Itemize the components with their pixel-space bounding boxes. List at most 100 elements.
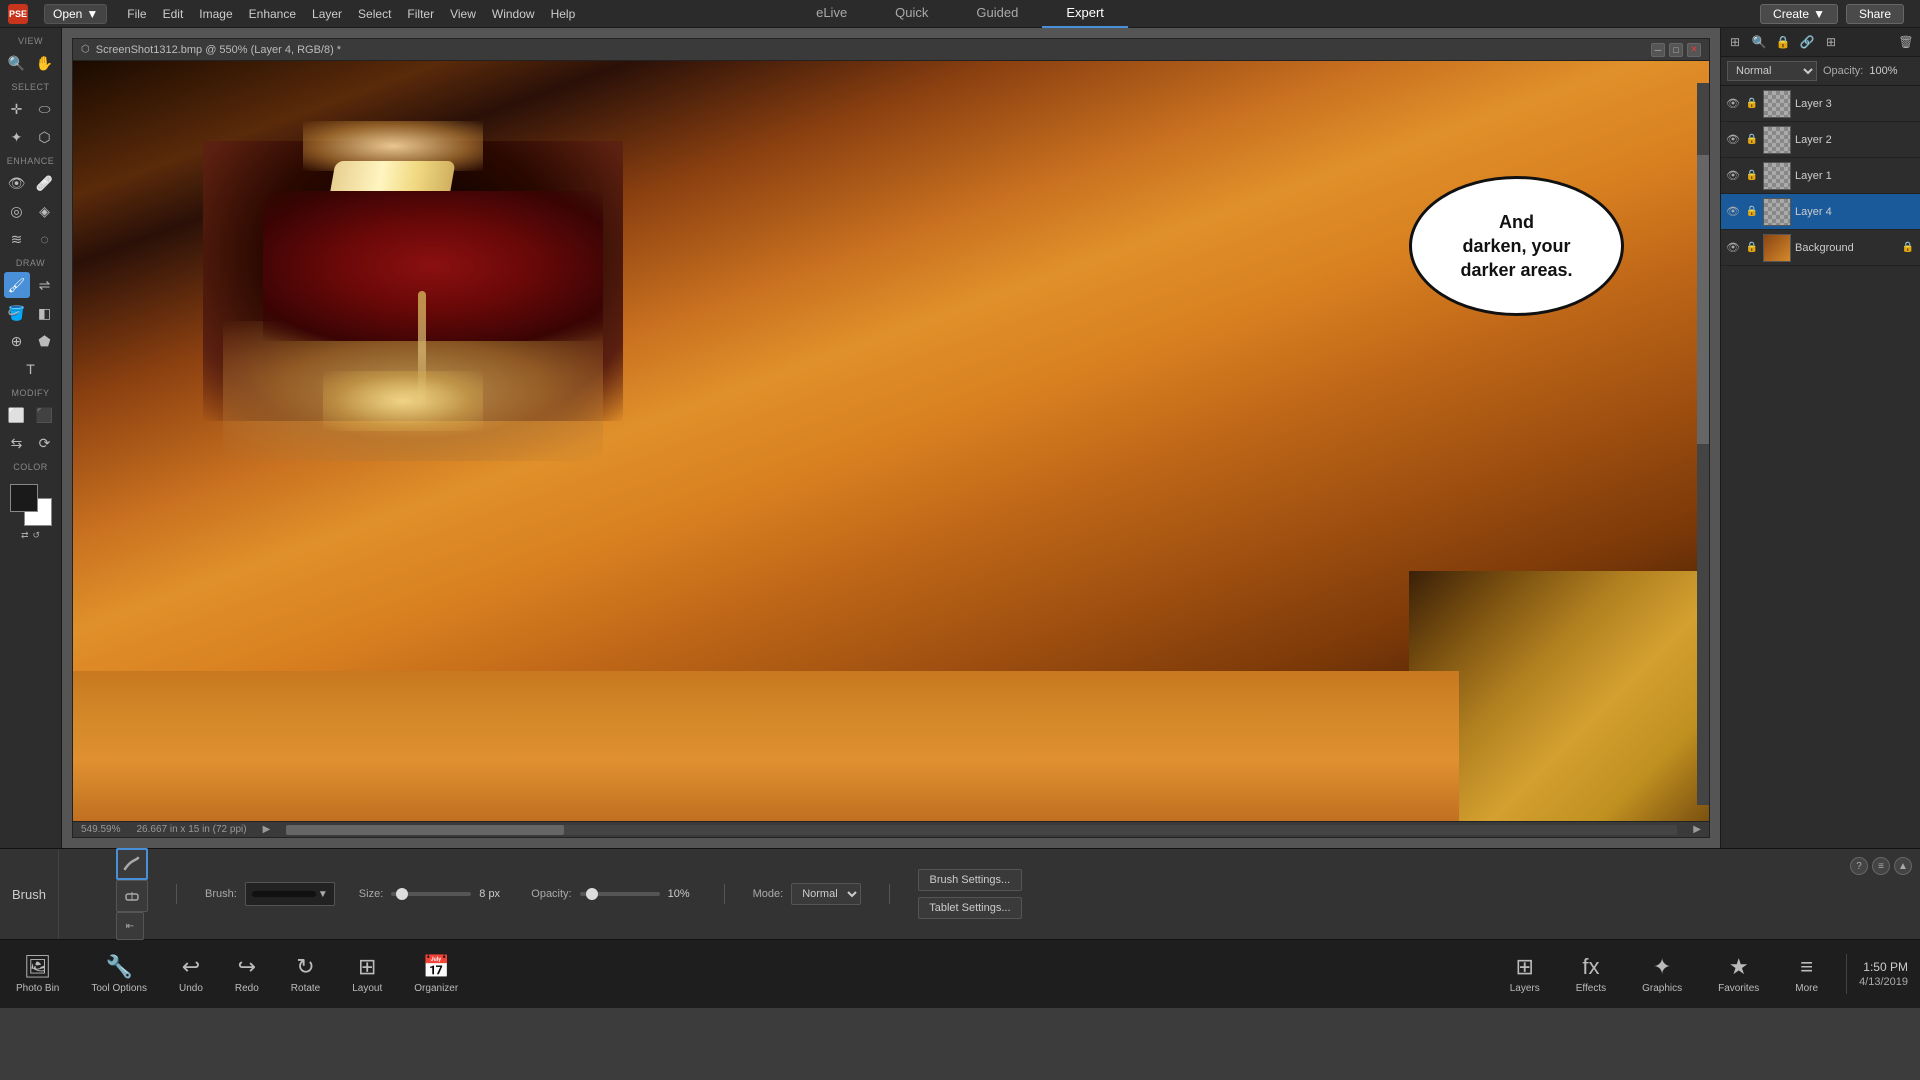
panel-menu-icon[interactable]: ≡ [1872, 857, 1890, 875]
text-tool[interactable]: T [18, 356, 44, 382]
brush-settings-button[interactable]: Brush Settings... [918, 869, 1021, 891]
layer-item-2[interactable]: 👁 🔒 Layer 2 [1721, 122, 1920, 158]
tab-guided[interactable]: Guided [952, 0, 1042, 28]
help-icon[interactable]: ? [1850, 857, 1868, 875]
bg-visibility-icon[interactable]: 👁 [1725, 240, 1741, 256]
layer-4-lock-icon: 🔒 [1745, 205, 1759, 219]
heal-brush-tool[interactable]: 🩹 [32, 170, 58, 196]
menu-item-help[interactable]: Help [543, 5, 584, 23]
blend-mode-select[interactable]: Normal [1727, 61, 1817, 81]
straighten-tool[interactable]: ⇆ [4, 430, 30, 456]
taskbar-redo[interactable]: ↪ Redo [219, 940, 275, 1008]
opacity-slider[interactable] [580, 892, 660, 896]
menu-item-window[interactable]: Window [484, 5, 543, 23]
menu-item-edit[interactable]: Edit [155, 5, 192, 23]
brush-style-selector: ⇤ [116, 848, 148, 940]
layers-icon[interactable]: ⊞ [1725, 32, 1745, 52]
reset-colors-icon[interactable]: ↺ [33, 530, 41, 541]
foreground-color-swatch[interactable] [10, 484, 38, 512]
layer-item-3[interactable]: 👁 🔒 Layer 3 [1721, 86, 1920, 122]
taskbar-tooloptions[interactable]: 🔧 Tool Options [75, 940, 163, 1008]
zoom-tool[interactable]: 🔍 [4, 50, 30, 76]
taskbar-favorites[interactable]: ★ Favorites [1702, 954, 1775, 994]
menu-item-select[interactable]: Select [350, 5, 399, 23]
taskbar-layout[interactable]: ⊞ Layout [336, 940, 398, 1008]
taskbar-effects[interactable]: fx Effects [1560, 954, 1622, 994]
hscrollbar-thumb[interactable] [286, 825, 564, 835]
create-button[interactable]: Create▼ [1760, 4, 1838, 24]
layer-3-visibility-icon[interactable]: 👁 [1725, 96, 1741, 112]
menu-item-view[interactable]: View [442, 5, 484, 23]
layer-2-visibility-icon[interactable]: 👁 [1725, 132, 1741, 148]
taskbar-organizer[interactable]: 📅 Organizer [398, 940, 474, 1008]
link-icon[interactable]: 🔗 [1797, 32, 1817, 52]
header-right-buttons: Create▼ Share [1760, 4, 1904, 24]
brush-preview[interactable]: ▼ [245, 882, 335, 906]
menu-item-layer[interactable]: Layer [304, 5, 350, 23]
hand-tool[interactable]: ✋ [32, 50, 58, 76]
layer-item-background[interactable]: 👁 🔒 Background 🔒 [1721, 230, 1920, 266]
taskbar-layers[interactable]: ⊞ Layers [1494, 954, 1556, 994]
mode-select[interactable]: Normal [791, 883, 861, 905]
minimize-button[interactable]: ─ [1651, 43, 1665, 57]
taskbar-graphics[interactable]: ✦ Graphics [1626, 954, 1698, 994]
open-button[interactable]: Open ▼ [44, 4, 107, 24]
panel-collapse-icon[interactable]: ▲ [1894, 857, 1912, 875]
share-button[interactable]: Share [1846, 4, 1904, 24]
smudge-tool[interactable]: ≋ [4, 226, 30, 252]
color-swatches[interactable] [10, 484, 52, 526]
tablet-settings-button[interactable]: Tablet Settings... [918, 897, 1021, 919]
lasso-tool[interactable]: ⬭ [32, 96, 58, 122]
trash-icon[interactable]: 🗑 [1896, 32, 1916, 52]
grid-icon[interactable]: ⊞ [1821, 32, 1841, 52]
brush-style-erase[interactable] [116, 880, 148, 912]
pattern-stamp-tool[interactable]: ◈ [32, 198, 58, 224]
layer-item-1[interactable]: 👁 🔒 Layer 1 [1721, 158, 1920, 194]
clone-stamp-tool[interactable]: ◎ [4, 198, 30, 224]
brush-dropdown-arrow[interactable]: ▼ [318, 889, 328, 900]
3d-rotate-tool[interactable]: ⟳ [32, 430, 58, 456]
layer-3-thumb [1763, 90, 1791, 118]
menu-item-file[interactable]: File [119, 5, 154, 23]
taskbar-rotate[interactable]: ↻ Rotate [275, 940, 336, 1008]
blur-tool[interactable]: ◌ [32, 226, 58, 252]
size-slider[interactable] [391, 892, 471, 896]
tab-expert[interactable]: Expert [1042, 0, 1128, 28]
brush-tool[interactable]: 🖌 [4, 272, 30, 298]
layer-1-visibility-icon[interactable]: 👁 [1725, 168, 1741, 184]
vscrollbar-thumb[interactable] [1697, 155, 1709, 444]
quick-select-tool[interactable]: ⬡ [32, 124, 58, 150]
tab-elive[interactable]: eLive [792, 0, 871, 28]
opacity-label: Opacity: [1823, 65, 1863, 77]
canvas-hscrollbar[interactable] [286, 825, 1677, 835]
color-replace-tool[interactable]: ⊕ [4, 328, 30, 354]
brush-style-paint[interactable] [116, 848, 148, 880]
tab-quick[interactable]: Quick [871, 0, 952, 28]
menu-item-filter[interactable]: Filter [399, 5, 442, 23]
move-tool[interactable]: ✛ [4, 96, 30, 122]
taskbar-undo[interactable]: ↩ Undo [163, 940, 219, 1008]
custom-shape-tool[interactable]: ⬟ [32, 328, 58, 354]
gradient-tool[interactable]: ◧ [32, 300, 58, 326]
menu-item-image[interactable]: Image [191, 5, 240, 23]
swap-colors-icon[interactable]: ⇄ [21, 530, 29, 541]
magic-wand-tool[interactable]: ✦ [4, 124, 30, 150]
menu-item-enhance[interactable]: Enhance [241, 5, 304, 23]
crop-tool[interactable]: ⬜ [4, 402, 30, 428]
taskbar-photobin[interactable]: 🖼 Photo Bin [0, 940, 75, 1008]
eyedropper-tool[interactable]: 👁 [4, 170, 30, 196]
search-icon[interactable]: 🔍 [1749, 32, 1769, 52]
taskbar-more[interactable]: ≡ More [1779, 954, 1834, 994]
close-button[interactable]: ✕ [1687, 43, 1701, 57]
impressionist-brush-tool[interactable]: ⇌ [32, 272, 58, 298]
canvas-content[interactable]: Anddarken, yourdarker areas. [73, 61, 1709, 821]
layer-item-4[interactable]: 👁 🔒 Layer 4 [1721, 194, 1920, 230]
recompose-tool[interactable]: ⬛ [32, 402, 58, 428]
canvas-vscrollbar[interactable] [1697, 83, 1709, 805]
straighten-btn[interactable]: ⇤ [116, 912, 144, 940]
layer-4-visibility-icon[interactable]: 👁 [1725, 204, 1741, 220]
maximize-button[interactable]: □ [1669, 43, 1683, 57]
lock-icon[interactable]: 🔒 [1773, 32, 1793, 52]
mode-tabs: eLive Quick Guided Expert [792, 0, 1128, 28]
paint-bucket-tool[interactable]: 🪣 [4, 300, 30, 326]
